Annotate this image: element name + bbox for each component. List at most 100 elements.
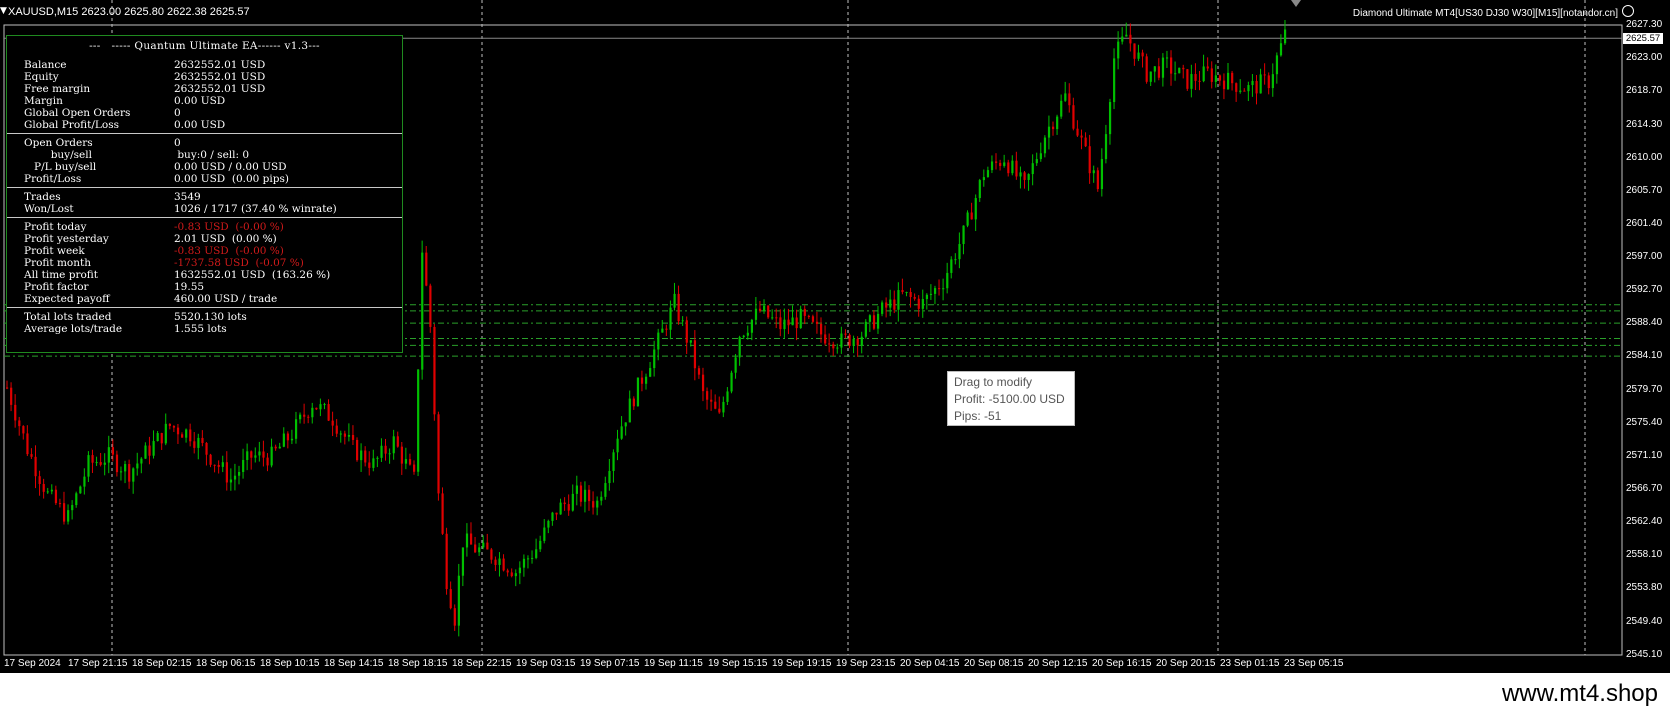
profits-value: 19.55 — [174, 281, 205, 293]
candle-body — [1267, 75, 1270, 89]
candle-body — [624, 422, 627, 427]
candle-body — [673, 293, 676, 308]
trades-label: Trades — [24, 191, 61, 203]
profits-section: Profit today -0.83 USD (-0.00 %) Profit ye… — [7, 217, 402, 307]
candle-body — [950, 259, 953, 273]
candle-body — [665, 328, 668, 330]
candle-body — [807, 315, 810, 317]
ea-panel-title: --- ----- Quantum Ultimate EA------ v1.3… — [89, 40, 320, 52]
candle-body — [1149, 71, 1152, 82]
candle-body — [836, 347, 839, 349]
candle-body — [132, 468, 135, 482]
candle-body — [437, 414, 440, 494]
account-label: Global Profit/Loss — [24, 119, 119, 131]
candle-body — [1141, 52, 1144, 57]
candle-body — [128, 464, 131, 482]
profits-value: 1632552.01 USD (163.26 %) — [174, 269, 331, 281]
candle-body — [408, 459, 412, 465]
candle-body — [982, 177, 985, 181]
candle-body — [799, 308, 802, 329]
candle-body — [612, 452, 615, 471]
candle-body — [22, 426, 25, 434]
candle-body — [1137, 52, 1140, 59]
time-axis[interactable]: 17 Sep 2024 17 Sep 21:15 18 Sep 02:15 18 Se… — [0, 655, 1622, 673]
candle-body — [758, 308, 762, 311]
candle-body — [294, 419, 298, 439]
price-axis[interactable]: 2627.30 2623.00 2618.70 2614.30 2610.00 2605.… — [1622, 0, 1670, 660]
account-label: Equity — [24, 71, 59, 83]
candle-body — [160, 433, 163, 444]
account-row: Margin 0.00 USD — [7, 95, 402, 107]
time-tick-label: 18 Sep 22:15 — [452, 658, 512, 669]
price-tick-label: 2623.00 — [1626, 51, 1663, 63]
price-tick-label: 2571.10 — [1626, 449, 1663, 461]
candle-body — [307, 416, 310, 418]
symbol-ohlc-label: XAUUSD,M15 2623.00 2625.80 2622.38 2625.… — [8, 6, 250, 18]
candle-body — [1157, 66, 1161, 78]
candle-body — [535, 549, 538, 558]
candle-body — [632, 398, 635, 407]
profits-value: -0.83 USD (-0.00 %) — [174, 221, 284, 233]
chart-area[interactable]: ▼ XAUUSD,M15 2623.00 2625.80 2622.38 262… — [0, 0, 1670, 673]
candle-body — [990, 161, 994, 171]
candle-body — [6, 387, 9, 389]
candle-body — [217, 464, 220, 467]
candle-body — [738, 337, 741, 358]
price-tick-label: 2558.10 — [1626, 549, 1663, 561]
candle-body — [779, 317, 782, 330]
candle-body — [502, 558, 505, 571]
orders-value: 0.00 USD (0.00 pips) — [174, 173, 289, 185]
candle-body — [547, 520, 550, 528]
candle-body — [1202, 66, 1205, 82]
candle-body — [1145, 56, 1148, 82]
candle-body — [1080, 135, 1083, 138]
profits-row: Expected payoff 460.00 USD / trade — [7, 293, 402, 305]
orders-section: Open Orders 0 buy/sell buy:0 / sell: 0 P/… — [7, 133, 402, 187]
candle-body — [958, 244, 961, 260]
candle-body — [811, 316, 815, 322]
candle-body — [469, 533, 473, 545]
account-row: Global Open Orders 0 — [7, 107, 402, 119]
candle-body — [201, 437, 204, 443]
price-tick-label: 2588.40 — [1626, 317, 1663, 329]
candle-body — [1165, 57, 1169, 59]
ea-info-panel: --- ----- Quantum Ultimate EA------ v1.3… — [6, 35, 403, 353]
candle-body — [689, 340, 692, 343]
candle-body — [706, 391, 709, 400]
candle-body — [815, 321, 819, 324]
trades-row: Trades 3549 — [7, 191, 402, 203]
candle-body — [303, 414, 306, 417]
candle-body — [465, 533, 469, 548]
candle-body — [1170, 57, 1173, 74]
candle-body — [864, 321, 867, 337]
shift-marker-icon[interactable] — [1291, 0, 1301, 7]
candle-body — [71, 505, 74, 511]
profits-label: Profit month — [24, 257, 91, 269]
candle-body — [299, 414, 302, 420]
account-value: 0.00 USD — [174, 119, 226, 131]
candle-body — [714, 401, 717, 409]
candle-body — [636, 377, 640, 407]
candle-body — [197, 437, 200, 448]
candle-body — [1271, 74, 1274, 89]
candle-body — [331, 420, 334, 426]
candle-body — [62, 503, 66, 522]
candle-body — [327, 404, 330, 421]
candle-body — [1039, 153, 1042, 160]
price-tick-label: 2566.70 — [1626, 483, 1663, 495]
candle-body — [417, 369, 420, 472]
candle-body — [1247, 85, 1250, 92]
candle-body — [938, 288, 941, 290]
dropdown-arrow-icon[interactable]: ▼ — [0, 6, 7, 16]
candle-body — [616, 438, 619, 453]
candle-body — [79, 486, 82, 494]
time-tick-label: 20 Sep 04:15 — [900, 658, 960, 669]
current-price-label: 2625.57 — [1623, 33, 1663, 44]
lots-label: Total lots traded — [24, 311, 112, 323]
candle-body — [461, 547, 465, 576]
candle-body — [1190, 74, 1193, 89]
candle-body — [213, 464, 216, 466]
candle-body — [339, 433, 342, 435]
candle-body — [1218, 75, 1222, 81]
candle-body — [885, 302, 888, 308]
